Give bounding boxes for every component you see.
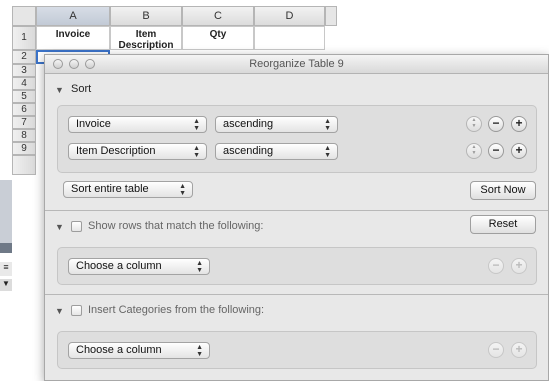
sort-rules-well: Invoice ▲ ▼ ascending ▲ ▼ ▲ ▼ − + Item Desc… <box>57 105 537 173</box>
row-header-end <box>12 155 36 175</box>
categories-column-value: Choose a column <box>76 344 162 356</box>
remove-rule-button-2[interactable]: − <box>488 143 504 159</box>
sort-scope-select[interactable]: Sort entire table ▲ ▼ <box>63 181 193 198</box>
filter-disclosure-triangle-icon[interactable]: ▼ <box>55 222 64 232</box>
triangle-icon[interactable]: ▼ <box>0 279 12 291</box>
column-header-a[interactable]: A <box>36 6 110 26</box>
dialog-title: Reorganize Table 9 <box>249 58 344 70</box>
add-category-button[interactable]: + <box>511 342 527 358</box>
list-icon[interactable]: ≡ <box>0 262 12 276</box>
popup-arrows-icon: ▲ ▼ <box>196 344 203 358</box>
sidebar-bar <box>0 243 12 253</box>
cell-b1[interactable]: Item Description <box>110 26 182 51</box>
filter-column-select[interactable]: Choose a column ▲ ▼ <box>68 258 210 275</box>
categories-section-label: Insert Categories from the following: <box>88 304 265 316</box>
cell-d1[interactable] <box>254 26 325 50</box>
categories-rules-well: Choose a column ▲ ▼ − + <box>57 331 537 369</box>
reset-button[interactable]: Reset <box>470 215 536 234</box>
column-header-c[interactable]: C <box>182 6 254 26</box>
cell-c1[interactable]: Qty <box>182 26 254 50</box>
remove-category-button[interactable]: − <box>488 342 504 358</box>
row-header-6[interactable]: 6 <box>12 103 36 116</box>
filter-section-label: Show rows that match the following: <box>88 220 264 232</box>
section-divider <box>45 210 548 211</box>
filter-column-value: Choose a column <box>76 260 162 272</box>
sort-section-label: Sort <box>71 83 92 95</box>
add-rule-button-1[interactable]: + <box>511 116 527 132</box>
section-divider <box>45 294 548 295</box>
add-rule-button-2[interactable]: + <box>511 143 527 159</box>
row-header-2[interactable]: 2 <box>12 50 36 64</box>
sort-disclosure-triangle-icon[interactable]: ▼ <box>55 85 64 95</box>
sort-column-select-2[interactable]: Item Description ▲ ▼ <box>68 143 207 160</box>
sort-column-value-1: Invoice <box>76 118 111 130</box>
cell-a1[interactable]: Invoice <box>36 26 110 50</box>
reorder-icon[interactable]: ▲ ▼ <box>466 143 482 159</box>
sidebar-strip <box>0 180 12 250</box>
reorganize-dialog: Reorganize Table 9 ▼ Sort Invoice ▲ ▼ asc… <box>44 54 549 381</box>
popup-arrows-icon: ▲ ▼ <box>324 118 331 132</box>
dialog-titlebar[interactable]: Reorganize Table 9 <box>45 55 548 74</box>
row-header-8[interactable]: 8 <box>12 129 36 142</box>
sheet-corner <box>12 6 36 26</box>
row-header-3[interactable]: 3 <box>12 64 36 77</box>
add-filter-button[interactable]: + <box>511 258 527 274</box>
popup-arrows-icon: ▲ ▼ <box>324 145 331 159</box>
sort-order-select-1[interactable]: ascending ▲ ▼ <box>215 116 338 133</box>
sort-column-value-2: Item Description <box>76 145 156 157</box>
sort-order-value-1: ascending <box>223 118 274 130</box>
row-header-4[interactable]: 4 <box>12 77 36 90</box>
sort-order-value-2: ascending <box>223 145 274 157</box>
popup-arrows-icon: ▲ ▼ <box>196 260 203 274</box>
sort-column-select-1[interactable]: Invoice ▲ ▼ <box>68 116 207 133</box>
column-resize-handle[interactable] <box>325 6 337 26</box>
row-header-7[interactable]: 7 <box>12 116 36 129</box>
remove-filter-button[interactable]: − <box>488 258 504 274</box>
row-header-9[interactable]: 9 <box>12 142 36 155</box>
popup-arrows-icon: ▲ ▼ <box>193 118 200 132</box>
sort-scope-value: Sort entire table <box>71 183 149 195</box>
row-header-5[interactable]: 5 <box>12 90 36 103</box>
popup-arrows-icon: ▲ ▼ <box>179 183 186 197</box>
column-header-d[interactable]: D <box>254 6 325 26</box>
reorder-icon[interactable]: ▲ ▼ <box>466 116 482 132</box>
categories-column-select[interactable]: Choose a column ▲ ▼ <box>68 342 210 359</box>
categories-checkbox[interactable] <box>71 305 82 316</box>
categories-disclosure-triangle-icon[interactable]: ▼ <box>55 306 64 316</box>
filter-rules-well: Choose a column ▲ ▼ − + <box>57 247 537 285</box>
row-header-1[interactable]: 1 <box>12 26 36 50</box>
column-header-b[interactable]: B <box>110 6 182 26</box>
popup-arrows-icon: ▲ ▼ <box>193 145 200 159</box>
sort-now-button[interactable]: Sort Now <box>470 181 536 200</box>
remove-rule-button-1[interactable]: − <box>488 116 504 132</box>
sort-order-select-2[interactable]: ascending ▲ ▼ <box>215 143 338 160</box>
filter-checkbox[interactable] <box>71 221 82 232</box>
